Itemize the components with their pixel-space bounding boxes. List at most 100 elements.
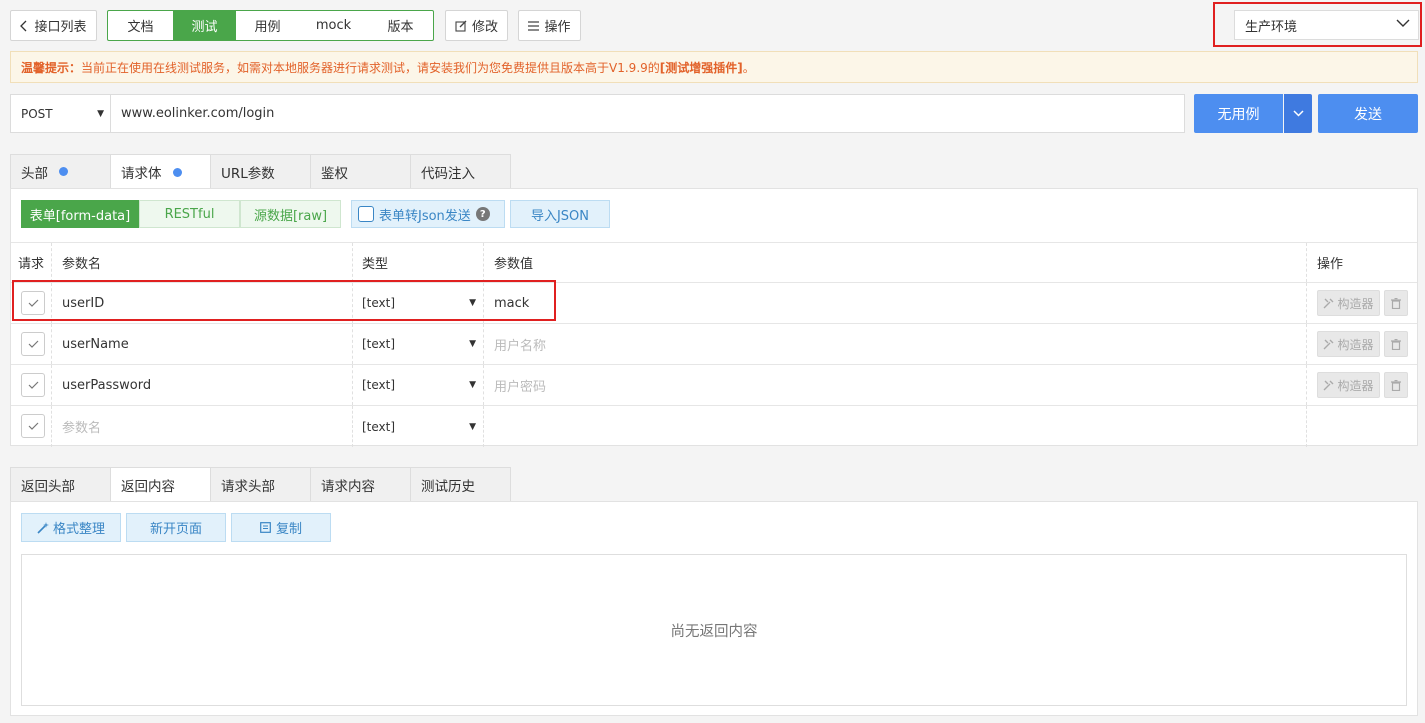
col-divider	[1306, 406, 1307, 447]
col-divider	[483, 406, 484, 447]
builder-button[interactable]: 构造器	[1317, 331, 1380, 357]
params-table-header: 请求 参数名 类型 参数值 操作	[11, 242, 1417, 283]
param-type-value: [text]	[362, 419, 396, 434]
request-url-bar: POST ▼ www.eolinker.com/login	[10, 94, 1185, 133]
col-divider	[1306, 243, 1307, 282]
required-checkbox[interactable]	[21, 373, 45, 397]
plugin-link[interactable]: [测试增强插件]	[660, 59, 743, 76]
tab-code-inject[interactable]: 代码注入	[410, 154, 511, 188]
notice-prefix: 温馨提示：	[21, 60, 82, 75]
col-divider	[51, 324, 52, 364]
send-button[interactable]: 发送	[1318, 94, 1418, 133]
copy-icon	[260, 522, 271, 533]
json-toggle-label: 表单转Json发送	[379, 208, 471, 224]
tab-url-params[interactable]: URL参数	[210, 154, 311, 188]
delete-row-button[interactable]	[1384, 372, 1408, 398]
response-tabs: 返回头部 返回内容 请求头部 请求内容 测试历史	[10, 467, 511, 502]
tab-url-params-label: URL参数	[221, 165, 275, 182]
param-name-input[interactable]: 参数名	[62, 406, 101, 447]
tab-mock-label: mock	[315, 18, 352, 33]
trash-icon	[1391, 297, 1401, 309]
copy-button[interactable]: 复制	[231, 513, 331, 542]
table-row: userName [text] ▼ 用户名称 构造器	[11, 324, 1417, 365]
tab-test[interactable]: 测试	[173, 11, 236, 40]
help-icon[interactable]: ?	[475, 207, 490, 221]
col-divider	[51, 243, 52, 282]
tab-test-label: 测试	[191, 20, 218, 35]
param-name-input[interactable]: userName	[62, 324, 129, 364]
col-divider	[51, 406, 52, 447]
url-input[interactable]: www.eolinker.com/login	[111, 95, 274, 132]
tab-request-body-label: 请求内容	[321, 478, 375, 495]
wrench-icon	[1323, 298, 1334, 309]
tab-mock[interactable]: mock	[299, 11, 368, 40]
builder-label: 构造器	[1337, 378, 1374, 393]
col-divider	[483, 365, 484, 405]
chevron-left-icon	[20, 20, 28, 32]
tab-body[interactable]: 请求体	[110, 154, 211, 189]
delete-row-button[interactable]	[1384, 290, 1408, 316]
operations-button[interactable]: 操作	[518, 10, 581, 41]
open-new-page-button[interactable]: 新开页面	[126, 513, 226, 542]
tab-request-body[interactable]: 请求内容	[310, 467, 411, 501]
operations-label: 操作	[544, 20, 571, 35]
table-row: userPassword [text] ▼ 用户密码 构造器	[11, 365, 1417, 406]
tab-response-body[interactable]: 返回内容	[110, 467, 211, 502]
json-toggle-checkbox[interactable]	[358, 206, 374, 222]
method-value: POST	[21, 106, 53, 121]
tab-response-headers-label: 返回头部	[21, 478, 75, 495]
tab-version[interactable]: 版本	[368, 11, 433, 40]
format-restful-button[interactable]: RESTful	[139, 200, 240, 228]
tab-headers[interactable]: 头部	[10, 154, 111, 188]
delete-row-button[interactable]	[1384, 331, 1408, 357]
notice-bar: 温馨提示： 当前正在使用在线测试服务，如需对本地服务器进行请求测试，请安装我们为…	[10, 51, 1418, 83]
param-type-select[interactable]: [text] ▼	[362, 324, 480, 364]
import-json-button[interactable]: 导入JSON	[510, 200, 610, 228]
send-label: 发送	[1354, 106, 1382, 123]
notice-text: 当前正在使用在线测试服务，如需对本地服务器进行请求测试，请安装我们为您免费提供且…	[81, 60, 660, 75]
case-label: 无用例	[1217, 106, 1260, 123]
col-required: 请求	[18, 257, 45, 272]
col-divider	[352, 365, 353, 405]
format-json-button[interactable]: 格式整理	[21, 513, 121, 542]
environment-highlight-box	[1213, 2, 1422, 47]
open-new-page-label: 新开页面	[149, 522, 202, 537]
back-to-list-button[interactable]: 接口列表	[10, 10, 97, 41]
case-dropdown-button[interactable]	[1284, 94, 1312, 133]
tab-auth-label: 鉴权	[321, 165, 348, 182]
format-raw-button[interactable]: 源数据[raw]	[240, 200, 341, 228]
param-value-input[interactable]: 用户密码	[494, 365, 546, 405]
param-type-select[interactable]: [text] ▼	[362, 365, 480, 405]
caret-down-icon: ▼	[469, 380, 476, 390]
url-value: www.eolinker.com/login	[121, 106, 275, 121]
tab-test-history[interactable]: 测试历史	[410, 467, 511, 501]
format-form-data-button[interactable]: 表单[form-data]	[21, 200, 139, 228]
param-type-select[interactable]: [text] ▼	[362, 406, 480, 447]
builder-button[interactable]: 构造器	[1317, 372, 1380, 398]
method-select[interactable]: POST ▼	[11, 95, 111, 132]
check-icon	[28, 340, 38, 348]
tab-code-inject-label: 代码注入	[421, 165, 475, 182]
tab-response-headers[interactable]: 返回头部	[10, 467, 111, 501]
tab-auth[interactable]: 鉴权	[310, 154, 411, 188]
required-checkbox[interactable]	[21, 332, 45, 356]
tab-request-headers[interactable]: 请求头部	[210, 467, 311, 501]
tab-doc[interactable]: 文档	[108, 11, 173, 40]
json-toggle[interactable]: 表单转Json发送 ?	[351, 200, 505, 228]
response-empty-message: 尚无返回内容	[670, 623, 758, 640]
edit-button[interactable]: 修改	[445, 10, 508, 41]
case-button[interactable]: 无用例	[1194, 94, 1283, 133]
col-ops: 操作	[1317, 257, 1344, 272]
format-restful-label: RESTful	[164, 206, 215, 222]
required-checkbox[interactable]	[21, 414, 45, 438]
param-name-input[interactable]: userPassword	[62, 365, 151, 405]
status-dot-icon	[172, 167, 182, 177]
col-divider	[1306, 324, 1307, 364]
param-value-input[interactable]: 用户名称	[494, 324, 546, 364]
col-divider	[1306, 365, 1307, 405]
builder-button[interactable]: 构造器	[1317, 290, 1380, 316]
tab-case[interactable]: 用例	[236, 11, 299, 40]
view-mode-tabs: 文档 测试 用例 mock 版本	[107, 10, 434, 41]
back-label: 接口列表	[34, 20, 87, 35]
copy-label: 复制	[275, 522, 302, 537]
